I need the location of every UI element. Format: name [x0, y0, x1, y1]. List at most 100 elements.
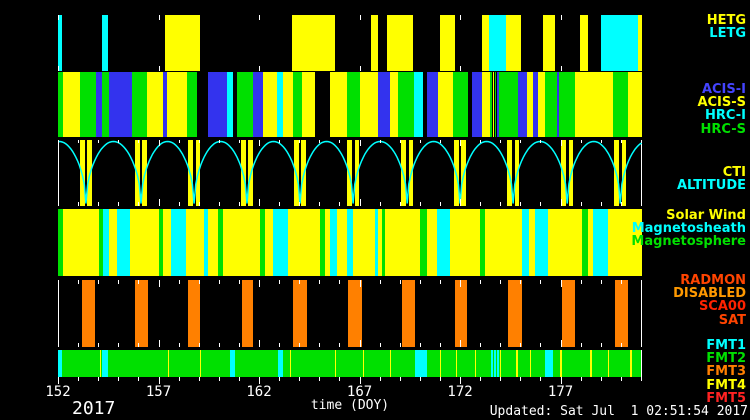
- segment: [453, 72, 468, 137]
- tick-mark: [581, 280, 582, 284]
- x-axis-tick: [159, 377, 160, 384]
- tick-mark: [179, 343, 180, 347]
- segment: [494, 350, 496, 377]
- tick-mark: [98, 280, 99, 284]
- x-axis-tick: [380, 377, 381, 381]
- segment: [535, 209, 548, 276]
- segment: [506, 15, 521, 71]
- segment: [628, 72, 642, 137]
- tick-mark: [299, 280, 300, 284]
- tick-mark: [520, 140, 521, 143]
- x-axis-tick: [58, 377, 59, 384]
- tick-mark: [380, 280, 381, 284]
- tick-mark: [540, 140, 541, 143]
- band-label-sca00: SCA00: [673, 300, 746, 313]
- segment: [82, 280, 95, 347]
- segment: [227, 72, 233, 137]
- segment: [580, 15, 588, 71]
- tick-mark: [500, 140, 501, 143]
- x-axis-tick: [179, 377, 180, 381]
- tick-mark: [98, 343, 99, 347]
- segment: [608, 350, 609, 377]
- segment: [330, 72, 347, 137]
- tick-mark: [581, 140, 582, 143]
- segment: [516, 350, 517, 377]
- segment: [188, 280, 200, 347]
- tick-mark: [78, 343, 79, 347]
- x-axis-tick: [339, 377, 340, 381]
- segment: [613, 72, 628, 137]
- segment: [290, 350, 291, 377]
- segment: [165, 15, 200, 71]
- segment: [109, 72, 132, 137]
- segment: [242, 280, 253, 347]
- tick-mark: [259, 340, 260, 347]
- segment: [302, 72, 315, 137]
- tick-mark: [279, 280, 280, 284]
- segment: [102, 72, 109, 137]
- segment: [559, 72, 575, 137]
- segment: [414, 72, 423, 137]
- tick-mark: [259, 280, 260, 287]
- tick-mark: [400, 140, 401, 143]
- x-axis-tick: [601, 377, 602, 381]
- tick-mark: [159, 199, 160, 206]
- segment: [545, 350, 553, 377]
- tick-mark: [118, 202, 119, 206]
- segment: [163, 209, 171, 276]
- x-axis-tick: [440, 377, 441, 381]
- tick-mark: [420, 280, 421, 284]
- tick-mark: [561, 140, 562, 146]
- tick-mark: [460, 199, 461, 206]
- tick-mark: [380, 202, 381, 206]
- tick-mark: [339, 343, 340, 347]
- segment: [455, 280, 467, 347]
- labels-orbit: CTIALTITUDE: [677, 166, 746, 192]
- segment: [538, 72, 545, 137]
- tick-mark: [259, 199, 260, 206]
- segment: [575, 72, 613, 137]
- tick-mark: [380, 140, 381, 143]
- tick-mark: [58, 280, 59, 287]
- segment: [80, 72, 96, 137]
- x-axis-tick: [480, 377, 481, 381]
- tick-mark: [219, 280, 220, 284]
- x-axis-tick: [259, 377, 260, 384]
- tick-mark: [500, 343, 501, 347]
- x-axis-tick: [561, 377, 562, 384]
- tick-mark: [561, 199, 562, 206]
- band-telemetry-format: [58, 350, 642, 377]
- segment: [353, 209, 375, 276]
- segment: [415, 350, 427, 377]
- tick-mark: [500, 280, 501, 284]
- tick-mark: [319, 280, 320, 284]
- segment: [456, 350, 457, 377]
- tick-mark: [601, 280, 602, 284]
- segment: [472, 72, 482, 137]
- tick-mark: [299, 140, 300, 143]
- segment: [167, 72, 187, 137]
- tick-mark: [440, 140, 441, 143]
- segment: [489, 15, 506, 71]
- labels-instruments: ACIS-IACIS-SHRC-IHRC-S: [697, 83, 746, 136]
- tick-mark: [621, 343, 622, 347]
- tick-mark: [540, 202, 541, 206]
- tick-mark: [138, 280, 139, 284]
- segment: [508, 280, 522, 347]
- tick-mark: [279, 140, 280, 143]
- tick-mark: [58, 340, 59, 347]
- band-instruments: [58, 72, 642, 137]
- tick-mark: [239, 140, 240, 143]
- segment: [171, 209, 186, 276]
- x-axis-tick: [299, 377, 300, 381]
- x-axis-tick: [641, 377, 642, 381]
- tick-mark: [219, 140, 220, 143]
- tick-mark: [259, 66, 260, 71]
- x-axis-tick: [138, 377, 139, 381]
- tick-mark: [460, 66, 461, 71]
- tick-mark: [219, 343, 220, 347]
- band-label-fmt3: FMT3: [706, 365, 746, 378]
- segment: [450, 209, 480, 276]
- tick-mark: [199, 140, 200, 143]
- tick-mark: [360, 140, 361, 146]
